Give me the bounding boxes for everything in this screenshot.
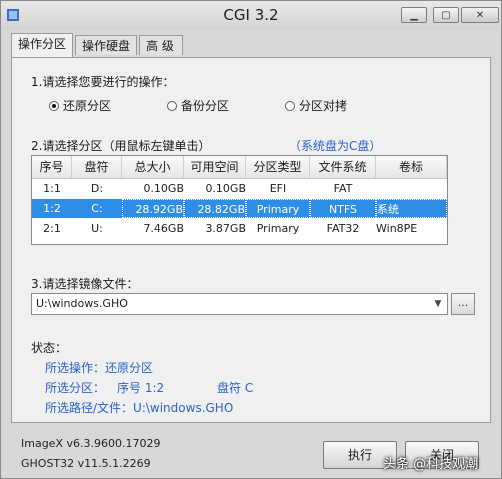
tab-advanced[interactable]: 高 级: [139, 35, 183, 55]
col-no[interactable]: 序号: [32, 156, 72, 178]
radio-backup-label: 备份分区: [181, 99, 230, 113]
section2-label: 2.请选择分区（用鼠标左键单击）: [31, 139, 211, 153]
section1-label: 1.请选择您要进行的操作：: [31, 75, 175, 89]
ghost-version: GHOST32 v11.5.1.2269: [21, 457, 151, 470]
cell-drive: U:: [91, 222, 103, 235]
cell-free: 3.87GB: [205, 222, 246, 235]
col-total[interactable]: 总大小: [122, 156, 184, 178]
section3-label: 3.请选择镜像文件：: [31, 277, 139, 291]
minimize-icon: ▁: [410, 9, 418, 21]
table-row[interactable]: 1:1 D: 0.10GB 0.10GB EFI FAT: [32, 179, 447, 198]
maximize-icon: ▢: [441, 9, 451, 21]
maximize-button[interactable]: ▢: [433, 7, 459, 23]
title-bar: CGI 3.2 ▁ ▢ ✕: [1, 1, 501, 31]
radio-restore-indicator: [49, 100, 59, 111]
imagex-version: ImageX v6.3.9600.17029: [21, 437, 161, 450]
cell-label: Win8PE: [376, 222, 418, 235]
image-file-select[interactable]: U:\windows.GHO ▼: [31, 293, 448, 315]
cell-total: 28.92GB: [122, 199, 184, 218]
cell-label: [376, 179, 447, 198]
tab-partition[interactable]: 操作分区: [11, 33, 73, 57]
col-drive[interactable]: 盘符: [72, 156, 122, 178]
radio-backup-indicator: [167, 100, 177, 111]
status-partition-no: 序号 1:2: [117, 381, 165, 395]
minimize-button[interactable]: ▁: [401, 7, 427, 23]
col-fs[interactable]: 文件系统: [310, 156, 376, 178]
cell-fs: NTFS: [310, 199, 376, 218]
cell-fs: FAT: [333, 182, 353, 195]
status-path: 所选路径/文件：U:\windows.GHO: [45, 401, 234, 415]
radio-copy[interactable]: 分区对拷: [285, 97, 347, 114]
cell-total: 0.10GB: [143, 182, 184, 195]
cell-total: 7.46GB: [143, 222, 184, 235]
cell-label: 系统: [376, 199, 447, 218]
table-header: 序号 盘符 总大小 可用空间 分区类型 文件系统 卷标: [32, 156, 447, 179]
chevron-down-icon[interactable]: ▼: [431, 295, 445, 313]
tab-disk[interactable]: 操作硬盘: [75, 35, 137, 55]
radio-copy-label: 分区对拷: [299, 99, 348, 113]
partition-table: 序号 盘符 总大小 可用空间 分区类型 文件系统 卷标 1:1 D: 0.10G…: [31, 155, 448, 245]
status-title: 状态：: [31, 341, 68, 355]
radio-restore-label: 还原分区: [63, 99, 112, 113]
cell-type: Primary: [256, 222, 300, 235]
app-window: CGI 3.2 ▁ ▢ ✕ 操作分区 操作硬盘 高 级 1.请选择您要进行的操作…: [0, 0, 502, 479]
status-partition-label: 所选分区：: [45, 381, 106, 395]
col-free[interactable]: 可用空间: [184, 156, 246, 178]
radio-restore[interactable]: 还原分区: [49, 97, 111, 114]
watermark: 头条 @科技观潮: [383, 457, 479, 472]
image-file-value: U:\windows.GHO: [36, 297, 128, 310]
status-partition-drive: 盘符 C: [217, 381, 254, 395]
browse-button[interactable]: ...: [451, 293, 475, 315]
cell-free: 28.82GB: [184, 199, 246, 218]
cell-type: Primary: [246, 199, 310, 218]
system-drive-hint: （系统盘为C盘）: [289, 139, 382, 153]
table-row-selected[interactable]: 1:2 C: 28.92GB 28.82GB Primary NTFS 系统: [32, 199, 447, 218]
radio-backup[interactable]: 备份分区: [167, 97, 229, 114]
cell-drive: C:: [91, 202, 103, 215]
close-window-button[interactable]: ✕: [461, 7, 499, 23]
cell-no: 2:1: [43, 222, 61, 235]
col-type[interactable]: 分区类型: [246, 156, 310, 178]
close-icon: ✕: [475, 9, 485, 21]
cell-no: 1:1: [43, 182, 61, 195]
col-label[interactable]: 卷标: [376, 156, 447, 178]
status-operation: 所选操作：还原分区: [45, 361, 154, 375]
table-row[interactable]: 2:1 U: 7.46GB 3.87GB Primary FAT32 Win8P…: [32, 219, 447, 238]
cell-free: 0.10GB: [205, 182, 246, 195]
cell-no: 1:2: [43, 202, 61, 215]
cell-drive: D:: [90, 182, 104, 195]
cell-fs: FAT32: [326, 222, 360, 235]
cell-type: EFI: [269, 182, 287, 195]
radio-copy-indicator: [285, 100, 295, 111]
